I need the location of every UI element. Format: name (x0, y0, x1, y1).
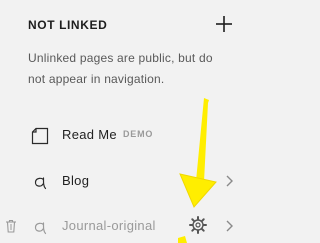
blog-script-a-icon (30, 217, 50, 237)
demo-badge: DEMO (123, 129, 154, 139)
page-item-blog[interactable]: Blog (0, 166, 246, 196)
blog-script-a-icon (30, 172, 50, 192)
section-description: Unlinked pages are public, but do not ap… (28, 51, 213, 86)
page-icon (30, 126, 50, 146)
chevron-right-icon[interactable] (224, 219, 234, 233)
trash-icon[interactable] (5, 219, 17, 233)
plus-icon (216, 16, 232, 32)
page-label: Journal-original (62, 218, 156, 233)
chevron-right-icon[interactable] (224, 174, 234, 188)
page-label: Read Me (62, 127, 117, 142)
section-title: NOT LINKED (28, 18, 108, 32)
not-linked-section-header: NOT LINKED (28, 14, 234, 36)
page-label: Blog (62, 173, 90, 188)
page-item-read-me[interactable]: Read Me DEMO (0, 120, 246, 150)
gear-icon[interactable] (188, 215, 208, 235)
pages-panel: NOT LINKED Unlinked pages are public, bu… (0, 0, 246, 243)
add-page-button[interactable] (214, 14, 234, 34)
page-item-journal-original[interactable]: Journal-original (0, 211, 246, 241)
